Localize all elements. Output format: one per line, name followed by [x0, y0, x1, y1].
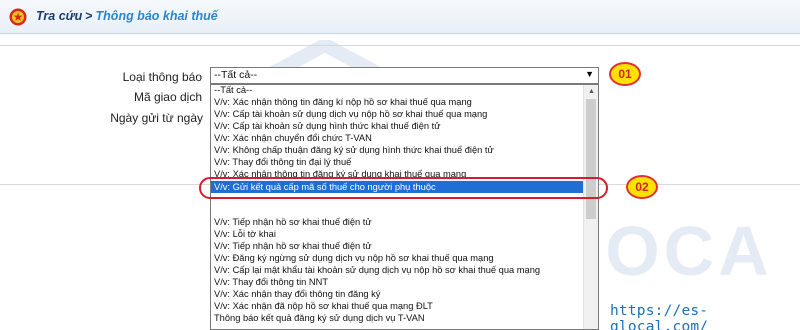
dropdown-option[interactable]: --Tất cả-- [211, 85, 583, 96]
divider [0, 45, 800, 46]
breadcrumb-bar: Tra cứu > Thông báo khai thuế [0, 0, 800, 34]
breadcrumb: Tra cứu > Thông báo khai thuế [36, 9, 218, 23]
callout-badge-02: 02 [626, 175, 658, 199]
notice-type-select[interactable]: --Tất cả-- ▼ [210, 67, 599, 84]
national-emblem-icon [9, 8, 27, 26]
breadcrumb-current: Thông báo khai thuế [95, 9, 218, 23]
scroll-up-icon[interactable]: ▲ [584, 85, 598, 98]
dropdown-option[interactable]: V/v: Cấp lại mật khẩu tài khoản sử dụng … [211, 265, 583, 276]
dropdown-scrollbar[interactable]: ▲ [583, 85, 598, 329]
dropdown-option[interactable]: V/v: Thay đổi thông tin NNT [211, 277, 583, 288]
highlight-ring [199, 177, 608, 199]
transaction-id-label: Mã giao dịch [133, 90, 202, 104]
select-value: --Tất cả-- [214, 69, 258, 81]
dropdown-option[interactable]: V/v: Xác nhận chuyển đổi chức T-VAN [211, 133, 583, 144]
site-url: https://es-glocal.com/ [610, 303, 709, 330]
dropdown-option[interactable]: V/v: Xác nhận thay đổi thông tin đăng ký [211, 289, 583, 300]
dropdown-option[interactable]: V/v: Xác nhận thông tin đăng kí nộp hồ s… [211, 97, 583, 108]
dropdown-option[interactable]: V/v: Không chấp thuận đăng ký sử dụng hì… [211, 145, 583, 156]
dropdown-arrow-icon[interactable]: ▼ [585, 69, 594, 79]
dropdown-option[interactable]: V/v: Tiếp nhận hồ sơ khai thuế điện tử [211, 241, 583, 252]
dropdown-option[interactable]: Thông báo kết quả đăng ký sử dụng dịch v… [211, 313, 583, 324]
notice-type-label: Loại thông báo [122, 70, 202, 84]
dropdown-option[interactable]: V/v: Thay đổi thông tin đại lý thuế [211, 157, 583, 168]
notice-type-dropdown-list[interactable]: Thông báo kết quả đăng ký sử dụng dịch v… [210, 84, 599, 330]
date-from-label: Ngày gửi từ ngày [110, 111, 203, 125]
dropdown-option[interactable]: V/v: Xác nhận đã nộp hồ sơ khai thuế qua… [211, 301, 583, 312]
dropdown-option[interactable]: V/v: Tiếp nhận hồ sơ khai thuế điện tử [211, 217, 583, 228]
callout-badge-01: 01 [609, 62, 641, 86]
dropdown-option[interactable]: V/v: Lỗi tờ khai [211, 229, 583, 240]
breadcrumb-root[interactable]: Tra cứu [36, 9, 82, 23]
dropdown-option[interactable]: V/v: Đăng ký ngừng sử dụng dịch vụ nộp h… [211, 253, 583, 264]
breadcrumb-separator: > [85, 9, 93, 23]
dropdown-option[interactable]: V/v: Cấp tài khoản sử dụng hình thức kha… [211, 121, 583, 132]
scroll-thumb[interactable] [586, 99, 596, 219]
dropdown-option[interactable]: V/v: Cấp tài khoản sử dụng dịch vụ nộp h… [211, 109, 583, 120]
